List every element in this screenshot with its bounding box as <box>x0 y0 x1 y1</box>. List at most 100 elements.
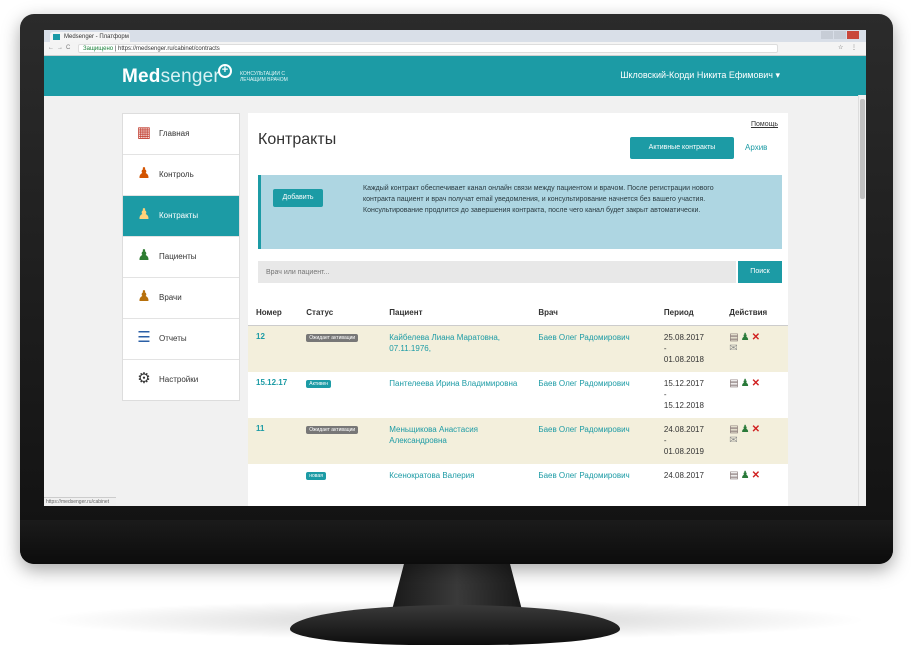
patient-link[interactable]: Меньщикова Анастасия Александровна <box>389 424 530 446</box>
add-contract-button[interactable]: Добавить <box>273 189 323 207</box>
scroll-thumb[interactable] <box>860 99 865 199</box>
delete-icon[interactable]: ✕ <box>752 378 760 389</box>
doctor-link[interactable]: Баев Олег Радомирович <box>538 470 656 481</box>
logo-plus-icon: + <box>218 64 232 78</box>
contracts-table: Номер Статус Пациент Врач Период Действи… <box>248 305 788 506</box>
period-start: 24.08.2017 <box>663 424 704 434</box>
maximize-button[interactable] <box>834 31 846 39</box>
browser-tabbar: Medsenger - Платформ <box>44 30 866 42</box>
search-button[interactable]: Поиск <box>738 261 782 283</box>
period-end: 15.12.2018 <box>663 400 704 410</box>
nav-buttons-icon[interactable]: ←→C <box>48 42 73 55</box>
sidebar-item-label: Пациенты <box>159 252 197 261</box>
document-icon[interactable]: ▤ <box>729 424 738 435</box>
column-header[interactable]: Номер <box>248 305 299 326</box>
archive-link[interactable]: Архив <box>745 143 767 152</box>
sidebar-item-doctors[interactable]: ♟ Врачи <box>123 278 239 319</box>
help-link[interactable]: Помощь <box>751 121 778 128</box>
search-input[interactable] <box>258 261 736 283</box>
table-header-row: Номер Статус Пациент Врач Период Действи… <box>248 305 788 326</box>
secure-label: Защищено <box>83 46 114 52</box>
patient-link[interactable]: Кайбелева Лиана Маратовна, 07.11.1976, <box>389 332 530 354</box>
sidebar-item-contracts[interactable]: ♟ Контракты <box>123 196 239 237</box>
sidebar-item-label: Главная <box>159 129 190 138</box>
url-field[interactable]: Защищено | https://medsenger.ru/cabinet/… <box>78 44 778 53</box>
status-badge: Ожидает активации <box>306 425 359 434</box>
page-scrollbar[interactable] <box>858 95 866 506</box>
period-start: 24.08.2017 <box>663 470 704 480</box>
table-row[interactable]: новая Ксенократова Валерия Баев Олег Рад… <box>248 463 788 506</box>
person-icon[interactable]: ♟ <box>741 424 750 435</box>
patients-icon: ♟ <box>137 247 151 264</box>
monitor-chin <box>20 520 893 564</box>
browser-status-bar: https://medsenger.ru/cabinet <box>44 497 116 506</box>
sidebar-item-home[interactable]: ▦ Главная <box>123 114 239 155</box>
column-header[interactable]: Врач <box>530 305 656 326</box>
page-title: Контракты <box>258 131 337 148</box>
minimize-button[interactable] <box>821 31 833 39</box>
table-row[interactable]: 15.12.17 Активен Пантелеева Ирина Владим… <box>248 371 788 418</box>
main-content: Контракты Помощь Активные контракты Архи… <box>248 113 788 506</box>
doctor-link[interactable]: Баев Олег Радомирович <box>538 424 656 435</box>
delete-icon[interactable]: ✕ <box>752 424 760 435</box>
sidebar-item-settings[interactable]: ⚙ Настройки <box>123 360 239 400</box>
column-header[interactable]: Пациент <box>381 305 531 326</box>
close-window-button[interactable] <box>847 31 859 39</box>
settings-icon: ⚙ <box>137 370 151 387</box>
sidebar-item-patients[interactable]: ♟ Пациенты <box>123 237 239 278</box>
active-contracts-button[interactable]: Активные контракты <box>630 137 734 159</box>
monitor-stand <box>290 605 620 645</box>
sidebar-item-label: Отчеты <box>159 334 187 343</box>
document-icon[interactable]: ▤ <box>729 378 738 389</box>
message-icon[interactable]: ✉ <box>729 435 737 446</box>
monitor-neck <box>392 560 522 610</box>
period-start: 15.12.2017 <box>663 378 704 388</box>
document-icon[interactable]: ▤ <box>729 470 738 481</box>
sidebar-item-control[interactable]: ♟ Контроль <box>123 155 239 196</box>
sidebar-item-label: Контроль <box>159 170 194 179</box>
browser-menu-icon[interactable]: ☆ ⋮ <box>838 42 860 55</box>
person-icon[interactable]: ♟ <box>741 470 750 481</box>
person-icon[interactable]: ♟ <box>741 378 750 389</box>
window-controls <box>820 31 860 41</box>
sidebar: ▦ Главная ♟ Контроль ♟ Контракты ♟ Пацие… <box>122 113 240 401</box>
person-icon[interactable]: ♟ <box>741 332 750 343</box>
logo-bold: Med <box>122 66 161 87</box>
search-row: Поиск <box>258 261 782 283</box>
delete-icon[interactable]: ✕ <box>752 332 760 343</box>
logo-subtitle: КОНСУЛЬТАЦИИ С ЛЕЧАЩИМ ВРАЧОМ <box>240 71 288 83</box>
status-badge: Ожидает активации <box>306 334 359 342</box>
sidebar-item-label: Контракты <box>159 211 199 220</box>
app-header: Medsenger + КОНСУЛЬТАЦИИ С ЛЕЧАЩИМ ВРАЧО… <box>44 56 866 96</box>
period-end: 01.08.2018 <box>663 355 704 364</box>
doctor-link[interactable]: Баев Олег Радомирович <box>538 378 656 389</box>
address-bar: ←→C Защищено | https://medsenger.ru/cabi… <box>44 42 866 56</box>
contract-number[interactable]: 15.12.17 <box>256 378 287 387</box>
period-sep: - <box>663 435 667 445</box>
browser-tab[interactable]: Medsenger - Платформ <box>50 32 130 42</box>
sidebar-item-reports[interactable]: ☰ Отчеты <box>123 319 239 360</box>
column-header[interactable]: Статус <box>298 305 382 326</box>
logo[interactable]: Medsenger <box>122 66 220 88</box>
message-icon[interactable]: ✉ <box>729 343 737 354</box>
favicon-icon <box>53 34 60 40</box>
logo-rest: senger <box>160 66 220 87</box>
info-text: Каждый контракт обеспечивает канал онлай… <box>363 185 714 214</box>
sidebar-item-label: Врачи <box>159 293 182 302</box>
table-row[interactable]: 12 Ожидает активации Кайбелева Лиана Мар… <box>248 325 788 372</box>
user-menu[interactable]: Шкловский-Корди Никита Ефимович ▾ <box>620 70 780 81</box>
period-end: 01.08.2019 <box>663 446 704 456</box>
doctor-link[interactable]: Баев Олег Радомирович <box>538 332 656 343</box>
contract-number[interactable]: 12 <box>256 332 265 341</box>
patient-link[interactable]: Пантелеева Ирина Владимировна <box>389 378 530 389</box>
table-row[interactable]: 11 Ожидает активации Меньщикова Анастаси… <box>248 417 788 464</box>
period-start: 25.08.2017 <box>663 333 704 342</box>
contract-number[interactable]: 11 <box>256 424 264 433</box>
tab-title: Medsenger - Платформ <box>64 34 129 40</box>
patient-link[interactable]: Ксенократова Валерия <box>389 470 530 481</box>
delete-icon[interactable]: ✕ <box>752 470 760 481</box>
monitor-screen: Medsenger - Платформ ←→C Защищено | http… <box>44 30 866 506</box>
column-header[interactable]: Период <box>655 305 722 326</box>
document-icon[interactable]: ▤ <box>729 332 738 343</box>
url-text: https://medsenger.ru/cabinet/contracts <box>118 46 220 52</box>
